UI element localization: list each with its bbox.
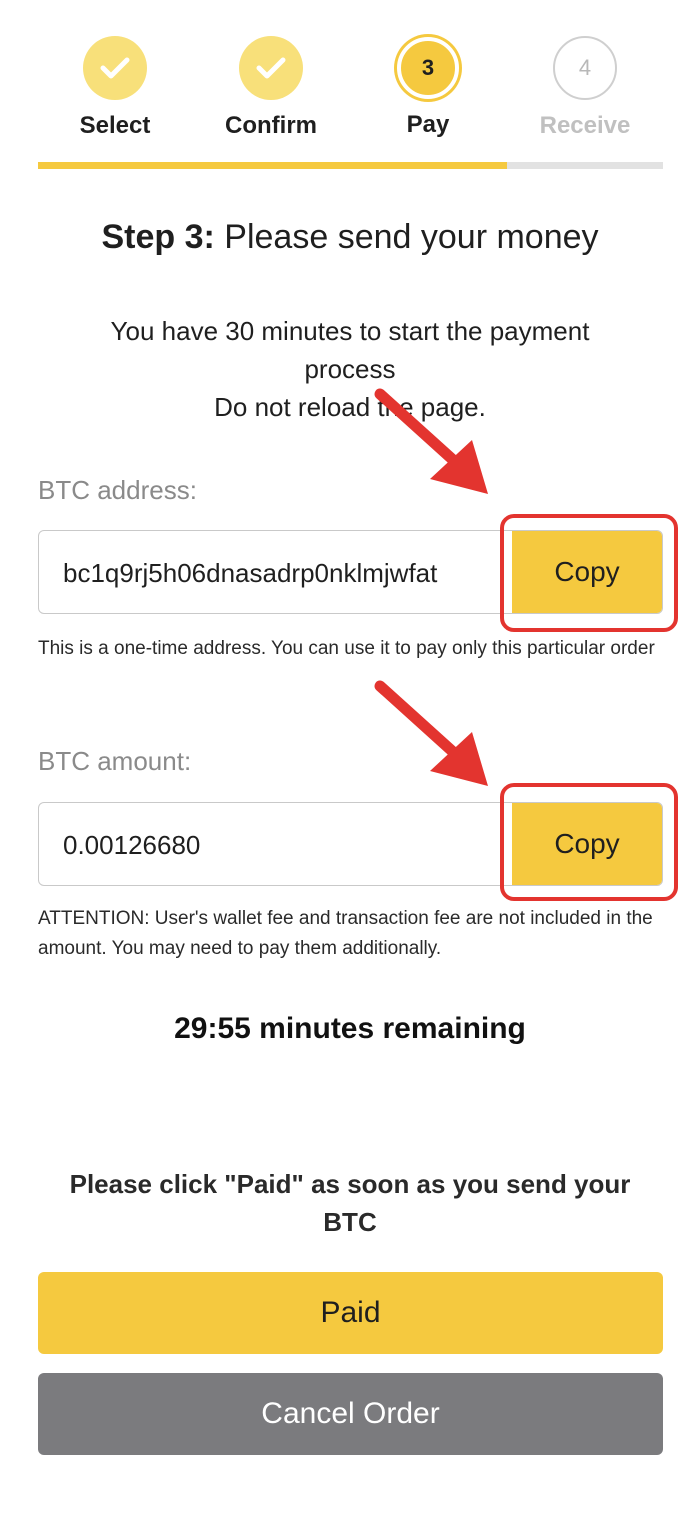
page-title-text: Please send your money [214,218,599,256]
progress-bar-fill [38,162,507,169]
payment-notice: You have 30 minutes to start the payment… [70,312,630,426]
copy-address-highlight [500,514,678,632]
order-stepper: Select Confirm 3 Pay 4 Receive [0,36,700,146]
btc-amount-label: BTC amount: [38,746,192,776]
step-receive-label: Receive [539,112,631,139]
notice-line-2: Do not reload the page. [214,392,486,422]
step-pay: 3 Pay [350,36,506,139]
step-confirm-circle [239,36,303,100]
step-receive-circle: 4 [553,36,617,100]
step-select-label: Select [79,112,151,139]
progress-bar [38,162,663,169]
step-pay-number: 3 [421,55,435,80]
step-pay-circle: 3 [397,37,459,99]
cancel-order-button[interactable]: Cancel Order [38,1373,663,1455]
paid-instruction: Please click "Paid" as soon as you send … [69,1169,631,1237]
step-receive: 4 Receive [507,36,663,140]
arrow-icon [374,388,488,494]
step-confirm-label: Confirm [225,112,317,139]
countdown-timer: 29:55 minutes remaining [174,1012,526,1045]
step-select-circle [83,36,147,100]
check-icon [100,57,130,79]
check-icon [256,57,286,79]
step-pay-label: Pay [406,111,450,138]
btc-address-value[interactable]: bc1q9rj5h06dnasadrp0nklmjwfat [63,531,503,613]
btc-address-label: BTC address: [38,475,197,505]
notice-line-1: You have 30 minutes to start the payment… [110,316,590,384]
step-confirm: Confirm [193,36,349,140]
step-receive-number: 4 [578,55,592,80]
page-title-prefix: Step 3: [101,218,215,256]
btc-amount-hint: ATTENTION: User's wallet fee and transac… [38,908,653,959]
paid-button[interactable]: Paid [38,1272,663,1354]
btc-amount-value[interactable]: 0.00126680 [63,803,503,885]
btc-address-hint: This is a one-time address. You can use … [38,638,655,659]
arrow-icon [374,680,488,786]
step-select: Select [37,36,193,140]
copy-amount-highlight [500,783,678,901]
page-title: Step 3: Please send your money [0,218,700,257]
